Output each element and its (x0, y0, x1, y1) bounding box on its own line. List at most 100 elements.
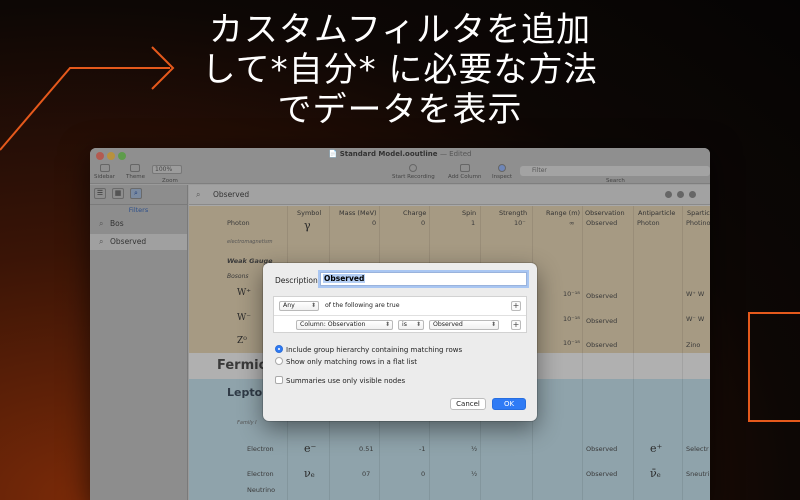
column-header-strength[interactable]: Strength (499, 209, 527, 217)
cell-electron-charge[interactable]: -1 (419, 445, 425, 453)
cell-neutrino-spin[interactable]: ½ (471, 470, 477, 478)
record-icon (409, 164, 418, 172)
column-header-sparticle[interactable]: Spartic (687, 209, 710, 217)
match-any-popup[interactable]: Any (279, 301, 319, 311)
checkbox-label: Summaries use only visible nodes (286, 377, 406, 385)
column-header-charge[interactable]: Charge (403, 209, 426, 217)
column-header-spin[interactable]: Spin (462, 209, 476, 217)
cell-neutrino-sparticle[interactable]: Sneutri (686, 470, 709, 478)
cell-neutrino-name-2[interactable]: Neutrino (247, 486, 275, 494)
column-header-symbol[interactable]: Symbol (297, 209, 321, 217)
start-recording-button[interactable]: Start Recording (392, 164, 435, 180)
cell-photon-strength[interactable]: 10⁻ (514, 219, 526, 227)
decorative-frame (748, 312, 800, 422)
filter-options-button[interactable] (677, 191, 684, 198)
filter-bar: ⌕ Observed (189, 185, 710, 205)
rules-box: Any of the following are true + Column: … (273, 296, 527, 333)
cell-photon-observation[interactable]: Observed (586, 219, 617, 227)
radio-flat-list[interactable]: Show only matching rows in a flat list (275, 357, 417, 366)
sidebar-item-observed[interactable]: ⌕ Observed (90, 234, 187, 250)
add-condition-button[interactable]: + (511, 320, 521, 330)
add-column-icon (459, 164, 470, 172)
cell-z0-range[interactable]: 10⁻¹⁸ (563, 339, 580, 347)
cell-z0-observation[interactable]: Observed (586, 341, 617, 349)
cell-wminus-observation[interactable]: Observed (586, 317, 617, 325)
field-popup[interactable]: Column: Observation (296, 320, 393, 330)
cell-neutrino-observation[interactable]: Observed (586, 470, 617, 478)
cell-wminus-antiparticle[interactable]: W⁻ W (686, 315, 704, 323)
radio-include-hierarchy[interactable]: Include group hierarchy containing match… (275, 345, 462, 354)
zoom-select[interactable]: 100% (152, 165, 182, 174)
start-recording-label: Start Recording (392, 174, 435, 180)
titlebar: 📄 Standard Model.ooutline — Edited Sideb… (90, 148, 710, 184)
inspect-button[interactable]: Inspect (492, 164, 512, 180)
cell-photon-spin[interactable]: 1 (471, 219, 475, 227)
cell-electron-antiparticle[interactable]: e⁺ (650, 442, 662, 455)
description-field[interactable]: Observed (320, 272, 527, 286)
search-input[interactable]: Filter (520, 166, 710, 176)
cell-wminus-symbol[interactable]: W⁻ (237, 313, 251, 323)
edit-filter-button[interactable] (665, 191, 672, 198)
match-text: of the following are true (325, 302, 400, 309)
cell-photon-symbol[interactable]: γ (304, 219, 311, 232)
filter-icon: ⌕ (99, 237, 104, 246)
column-header-antiparticle[interactable]: Antiparticle (638, 209, 675, 217)
cell-neutrino-antiparticle[interactable]: ν̄ₑ (650, 467, 661, 480)
column-header-observation[interactable]: Observation (585, 209, 625, 217)
clear-filter-button[interactable] (689, 191, 696, 198)
cell-wminus-range[interactable]: 10⁻¹⁸ (563, 315, 580, 323)
cell-electron-symbol[interactable]: e⁻ (304, 442, 316, 455)
filters-tab[interactable]: ⌕ (130, 188, 142, 199)
styles-tab[interactable]: ▦ (112, 188, 124, 199)
filter-dialog: Description: Observed Any of the followi… (263, 263, 537, 421)
radio-include-hierarchy-label: Include group hierarchy containing match… (286, 346, 463, 354)
theme-button[interactable]: Theme (126, 164, 145, 180)
ok-button[interactable]: OK (492, 398, 526, 410)
condition-rule-row: Column: Observation is Observed + (274, 315, 526, 333)
operator-popup[interactable]: is (398, 320, 424, 330)
sidebar: ☰ ▦ ⌕ Filters ⌕ Bos ⌕ Observed (90, 185, 188, 500)
cell-electron-name[interactable]: Electron (247, 445, 274, 453)
radio-selected-icon (275, 345, 283, 353)
value-popup[interactable]: Observed (429, 320, 499, 330)
cell-neutrino-mass[interactable]: 07 (362, 470, 370, 478)
column-header-range[interactable]: Range (m) (546, 209, 580, 217)
cell-electron-mass[interactable]: 0.51 (359, 445, 373, 453)
cell-neutrino-name[interactable]: Electron (247, 470, 274, 478)
add-rule-button[interactable]: + (511, 301, 521, 311)
cell-photon-name[interactable]: Photon (227, 219, 250, 227)
cell-photon-antiparticle[interactable]: Photon (637, 219, 660, 227)
cell-electron-observation[interactable]: Observed (586, 445, 617, 453)
add-column-button[interactable]: Add Column (448, 164, 481, 180)
radio-flat-list-label: Show only matching rows in a flat list (286, 358, 418, 366)
cell-z0-antiparticle[interactable]: Zino (686, 341, 700, 349)
match-rule-row: Any of the following are true + (274, 297, 526, 315)
column-header-mass[interactable]: Mass (MeV) (339, 209, 377, 217)
cell-photon-sparticle[interactable]: Photino (686, 219, 710, 227)
cell-wplus-range[interactable]: 10⁻¹⁸ (563, 290, 580, 298)
cell-photon-mass[interactable]: 0 (372, 219, 376, 227)
cell-z0-symbol[interactable]: Z⁰ (237, 336, 247, 346)
sidebar-item-label: Bos (110, 219, 124, 228)
cell-wplus-symbol[interactable]: W⁺ (237, 288, 251, 298)
cell-wplus-observation[interactable]: Observed (586, 292, 617, 300)
cell-electron-sparticle[interactable]: Selectr (686, 445, 709, 453)
cell-wplus-antiparticle[interactable]: W⁺ W (686, 290, 704, 298)
cell-neutrino-symbol[interactable]: νₑ (304, 467, 315, 480)
checkbox-visible-summaries[interactable]: Summaries use only visible nodes (275, 376, 405, 385)
sidebar-icon (99, 164, 110, 172)
cell-photon-charge[interactable]: 0 (421, 219, 425, 227)
sidebar-toggle-button[interactable]: Sidebar (94, 164, 115, 180)
promo-headline: カスタムフィルタを追加 して*自分* に必要な方法 でデータを表示 (150, 10, 650, 130)
outline-tab[interactable]: ☰ (94, 188, 106, 199)
row-family-label[interactable]: Family I (237, 420, 257, 426)
cell-electron-spin[interactable]: ½ (471, 445, 477, 453)
sidebar-item-bos[interactable]: ⌕ Bos (90, 216, 187, 232)
headline-line-1: カスタムフィルタを追加 (208, 10, 592, 50)
checkbox-icon (275, 376, 283, 384)
note-electromagnetism: electromagnetism (227, 239, 273, 245)
cell-photon-range[interactable]: ∞ (569, 219, 574, 227)
row-bosons[interactable]: Bosons (227, 273, 249, 280)
cell-neutrino-charge[interactable]: 0 (421, 470, 425, 478)
cancel-button[interactable]: Cancel (450, 398, 486, 410)
